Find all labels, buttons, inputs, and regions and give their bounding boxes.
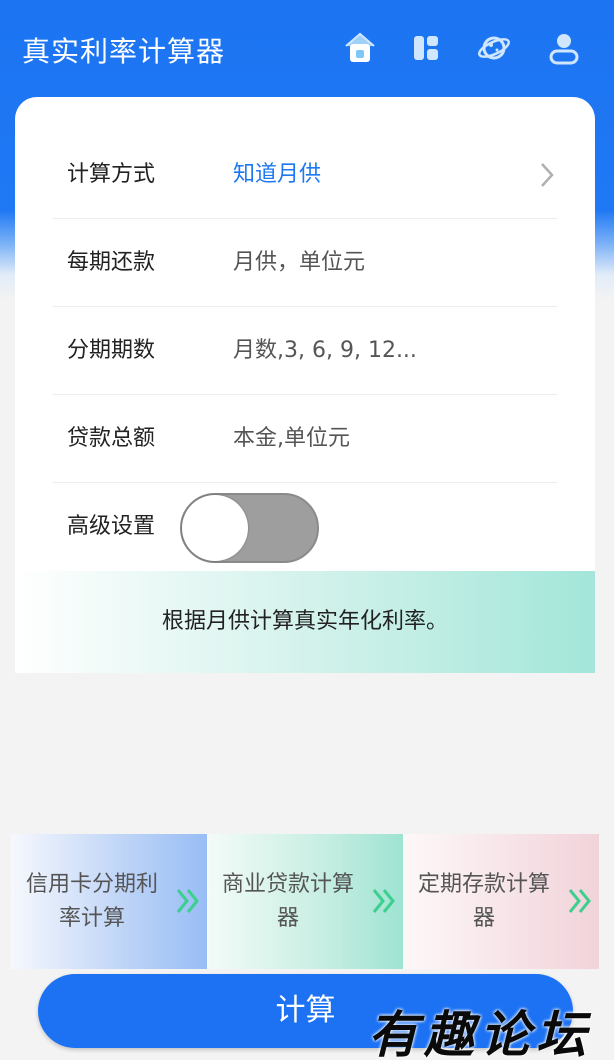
- periods-row[interactable]: 分期期数 月数,3, 6, 9, 12...: [53, 307, 557, 395]
- shortcut-label: 定期存款计算器: [417, 872, 550, 931]
- payment-label: 每期还款: [67, 250, 156, 275]
- form-card: 计算方式 知道月供 每期还款 月供，单位元 分期期数 月数,3, 6, 9, 1…: [15, 97, 595, 673]
- info-note-text: 根据月供计算真实年化利率。: [161, 609, 448, 634]
- principal-label: 贷款总额: [67, 426, 156, 451]
- double-chevron-icon: [371, 886, 399, 916]
- user-icon[interactable]: [546, 30, 582, 66]
- calc-method-row[interactable]: 计算方式 知道月供: [53, 131, 557, 219]
- info-note: 根据月供计算真实年化利率。: [15, 571, 595, 673]
- home-icon[interactable]: [342, 30, 378, 66]
- periods-input[interactable]: 月数,3, 6, 9, 12...: [233, 307, 417, 395]
- dashboard-icon[interactable]: [408, 30, 444, 66]
- periods-label: 分期期数: [67, 338, 156, 363]
- watermark: 有趣论坛: [368, 1005, 592, 1060]
- planet-icon[interactable]: [476, 30, 512, 66]
- shortcut-credit-card[interactable]: 信用卡分期利率计算: [11, 834, 207, 969]
- advanced-toggle[interactable]: [180, 493, 319, 563]
- calc-method-value[interactable]: 知道月供: [233, 131, 321, 219]
- payment-row[interactable]: 每期还款 月供，单位元: [53, 219, 557, 307]
- double-chevron-icon: [175, 886, 203, 916]
- double-chevron-icon: [567, 886, 595, 916]
- principal-input[interactable]: 本金,单位元: [233, 395, 350, 483]
- shortcut-label: 信用卡分期利率计算: [25, 872, 158, 931]
- advanced-label: 高级设置: [67, 514, 156, 539]
- principal-row[interactable]: 贷款总额 本金,单位元: [53, 395, 557, 483]
- shortcut-label: 商业贷款计算器: [221, 872, 354, 931]
- toggle-knob: [182, 495, 248, 561]
- payment-input[interactable]: 月供，单位元: [233, 219, 365, 307]
- shortcut-commercial-loan[interactable]: 商业贷款计算器: [207, 834, 403, 969]
- shortcut-fixed-deposit[interactable]: 定期存款计算器: [403, 834, 599, 969]
- calc-method-label: 计算方式: [67, 162, 156, 187]
- app-title: 真实利率计算器: [22, 35, 226, 68]
- chevron-right-icon: [537, 161, 557, 189]
